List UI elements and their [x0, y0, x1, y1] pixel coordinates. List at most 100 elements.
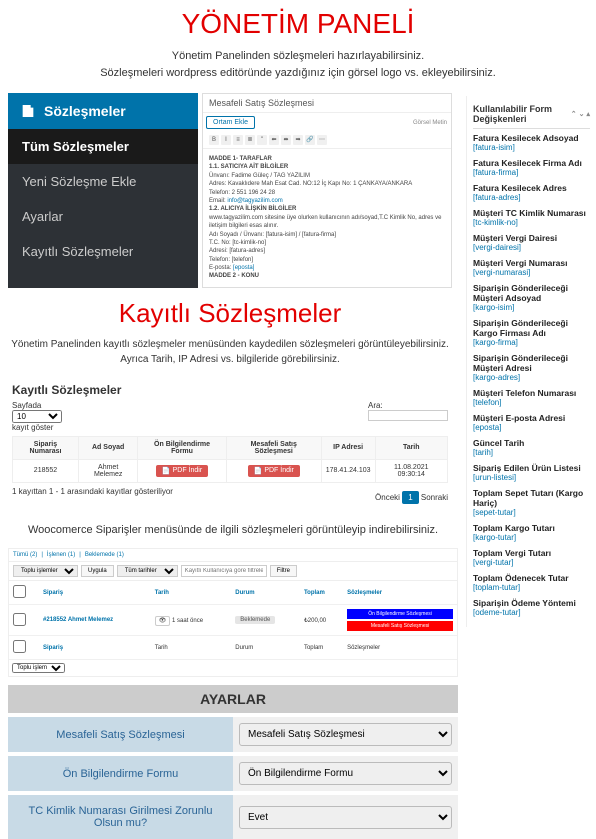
contract-btn-2[interactable]: Mesafeli Satış Sözleşmesi: [347, 621, 453, 631]
variable-item[interactable]: Siparişin Gönderileceği Kargo Firması Ad…: [473, 318, 590, 347]
col-contract[interactable]: Mesafeli Satış Sözleşmesi: [226, 436, 321, 459]
variable-item[interactable]: Fatura Kesilecek Adres[fatura-adres]: [473, 183, 590, 202]
setting-select-1[interactable]: Mesafeli Satış Sözleşmesi: [239, 723, 452, 746]
tab-text[interactable]: Metin: [432, 120, 447, 126]
settings-title: AYARLAR: [8, 685, 458, 713]
collapse-icon[interactable]: ▴: [586, 110, 590, 118]
page-size-suffix: kayıt göster: [12, 423, 53, 432]
page-subtitle: Yönetim Panelinden sözleşmeleri hazırlay…: [0, 48, 596, 81]
eye-icon[interactable]: 👁: [155, 616, 171, 626]
page-size-label: Sayfada: [12, 401, 41, 410]
pager-next[interactable]: Sonraki: [421, 493, 448, 502]
page-size-select[interactable]: 10: [12, 410, 62, 423]
ocol-date[interactable]: Tarih: [151, 581, 232, 605]
col-form[interactable]: Ön Bilgilendirme Formu: [138, 436, 226, 459]
editor-content[interactable]: MADDE 1- TARAFLAR 1.1. SATICIYA AİT BİLG…: [203, 149, 451, 287]
more-icon[interactable]: ⋯: [317, 135, 327, 145]
editor-title: Mesafeli Satış Sözleşmesi: [203, 94, 451, 113]
align-left-icon[interactable]: ⬅: [269, 135, 279, 145]
ocol-order[interactable]: Sipariş: [39, 581, 151, 605]
list2-icon[interactable]: ≣: [245, 135, 255, 145]
chevron-down-icon[interactable]: ⌄: [579, 110, 585, 118]
admin-sidebar: Sözleşmeler Tüm Sözleşmeler Yeni Sözleşm…: [8, 93, 198, 288]
orders-tab-pending[interactable]: Beklemede (1): [85, 552, 124, 558]
variable-item[interactable]: Sipariş Edilen Ürün Listesi[urun-listesi…: [473, 463, 590, 482]
add-media-button[interactable]: Ortam Ekle: [206, 116, 255, 129]
records-title: Kayıtlı Sözleşmeler: [8, 298, 452, 329]
orders-panel: Tümü (2) | İşlenen (1) | Beklemede (1) T…: [8, 548, 458, 677]
select-all-checkbox-foot[interactable]: [13, 640, 26, 653]
search-input[interactable]: [368, 410, 448, 421]
date-filter-select[interactable]: Tüm tarihler: [117, 565, 178, 577]
editor-toolbar: BI≡≣"⬅⬌➡🔗⋯: [203, 132, 451, 149]
col-ip[interactable]: IP Adresi: [321, 436, 375, 459]
table-row: 218552 Ahmet Melemez 📄 PDF İndir 📄 PDF İ…: [13, 459, 448, 482]
setting-label-1: Mesafeli Satış Sözleşmesi: [8, 717, 233, 752]
page-title: YÖNETİM PANELİ: [0, 8, 596, 40]
col-name[interactable]: Ad Soyad: [78, 436, 137, 459]
variable-item[interactable]: Siparişin Gönderileceği Müşteri Adresi[k…: [473, 353, 590, 382]
italic-icon[interactable]: I: [221, 135, 231, 145]
wp-editor: Mesafeli Satış Sözleşmesi Ortam Ekle Gör…: [202, 93, 452, 288]
col-date[interactable]: Tarih: [375, 436, 448, 459]
variable-item[interactable]: Toplam Vergi Tutarı[vergi-tutar]: [473, 548, 590, 567]
records-panel: Kayıtlı Sözleşmeler Sayfada 10 kayıt gös…: [8, 379, 452, 512]
orders-tabs: Tümü (2) | İşlenen (1) | Beklemede (1): [9, 549, 457, 562]
variable-item[interactable]: Fatura Kesilecek Adsoyad[fatura-isim]: [473, 133, 590, 152]
variable-item[interactable]: Toplam Ödenecek Tutar[toplam-tutar]: [473, 573, 590, 592]
filter-button[interactable]: Filtre: [270, 565, 297, 577]
records-subtitle: Yönetim Panelinden kayıtlı sözleşmeler m…: [8, 337, 452, 367]
select-all-checkbox[interactable]: [13, 585, 26, 598]
list-icon[interactable]: ≡: [233, 135, 243, 145]
pager-page[interactable]: 1: [402, 491, 418, 504]
sidebar-item-all[interactable]: Tüm Sözleşmeler: [8, 129, 198, 164]
orders-tab-processing[interactable]: İşlenen (1): [47, 552, 75, 558]
search-label: Ara:: [368, 401, 383, 410]
order-row: #218552 Ahmet Melemez 👁 1 saat önce Bekl…: [9, 605, 457, 636]
apply-button[interactable]: Uygula: [81, 565, 114, 577]
pdf-download-button[interactable]: 📄 PDF İndir: [156, 465, 208, 477]
align-center-icon[interactable]: ⬌: [281, 135, 291, 145]
ocol-total[interactable]: Toplam: [300, 581, 343, 605]
woo-description: Woocomerce Siparişler menüsünde de ilgil…: [8, 522, 458, 539]
order-link[interactable]: #218552 Ahmet Melemez: [39, 605, 151, 636]
ocol-contracts[interactable]: Sözleşmeler: [343, 581, 457, 605]
setting-select-3[interactable]: Evet: [239, 806, 452, 829]
bulk-action-select-bottom[interactable]: Toplu işlem: [12, 663, 65, 673]
contract-btn-1[interactable]: Ön Bilgilendirme Sözleşmesi: [347, 609, 453, 619]
ocol-status[interactable]: Durum: [231, 581, 300, 605]
quote-icon[interactable]: ": [257, 135, 267, 145]
setting-label-3: TC Kimlik Numarası Girilmesi Zorunlu Ols…: [8, 795, 233, 839]
variable-item[interactable]: Siparişin Ödeme Yöntemi[odeme-tutar]: [473, 598, 590, 617]
pdf-download-button[interactable]: 📄 PDF İndir: [248, 465, 300, 477]
link-icon[interactable]: 🔗: [305, 135, 315, 145]
variables-panel: Kullanılabilir Form Değişkenleri ⌃ ⌄ ▴ F…: [466, 96, 596, 627]
variable-item[interactable]: Müşteri TC Kimlik Numarası[tc-kimlik-no]: [473, 208, 590, 227]
variable-item[interactable]: Müşteri Vergi Dairesi[vergi-dairesi]: [473, 233, 590, 252]
variable-item[interactable]: Toplam Kargo Tutarı[kargo-tutar]: [473, 523, 590, 542]
variable-item[interactable]: Müşteri Telefon Numarası[telefon]: [473, 388, 590, 407]
chevron-up-icon[interactable]: ⌃: [571, 110, 577, 118]
variable-item[interactable]: Siparişin Gönderileceği Müşteri Adsoyad[…: [473, 283, 590, 312]
tab-visual[interactable]: Görsel: [413, 120, 431, 126]
setting-select-2[interactable]: Ön Bilgilendirme Formu: [239, 762, 452, 785]
row-checkbox[interactable]: [13, 613, 26, 626]
status-badge: Beklemede: [235, 616, 275, 624]
col-order[interactable]: Sipariş Numarası: [13, 436, 79, 459]
sidebar-item-saved[interactable]: Kayıtlı Sözleşmeler: [8, 234, 198, 269]
align-right-icon[interactable]: ➡: [293, 135, 303, 145]
sidebar-item-new[interactable]: Yeni Sözleşme Ekle: [8, 164, 198, 199]
bold-icon[interactable]: B: [209, 135, 219, 145]
bulk-action-select[interactable]: Toplu işlemler: [13, 565, 78, 577]
sidebar-item-settings[interactable]: Ayarlar: [8, 199, 198, 234]
variable-item[interactable]: Müşteri E-posta Adresi[eposta]: [473, 413, 590, 432]
document-icon: [20, 103, 36, 119]
variable-item[interactable]: Fatura Kesilecek Firma Adı[fatura-firma]: [473, 158, 590, 177]
pager-prev[interactable]: Önceki: [375, 493, 400, 502]
variable-item[interactable]: Müşteri Vergi Numarası[vergi-numarasi]: [473, 258, 590, 277]
orders-tab-all[interactable]: Tümü (2): [13, 552, 37, 558]
records-header: Kayıtlı Sözleşmeler: [12, 383, 448, 397]
user-filter-input[interactable]: [181, 565, 267, 577]
variable-item[interactable]: Güncel Tarih[tarih]: [473, 438, 590, 457]
variable-item[interactable]: Toplam Sepet Tutarı (Kargo Hariç)[sepet-…: [473, 488, 590, 517]
